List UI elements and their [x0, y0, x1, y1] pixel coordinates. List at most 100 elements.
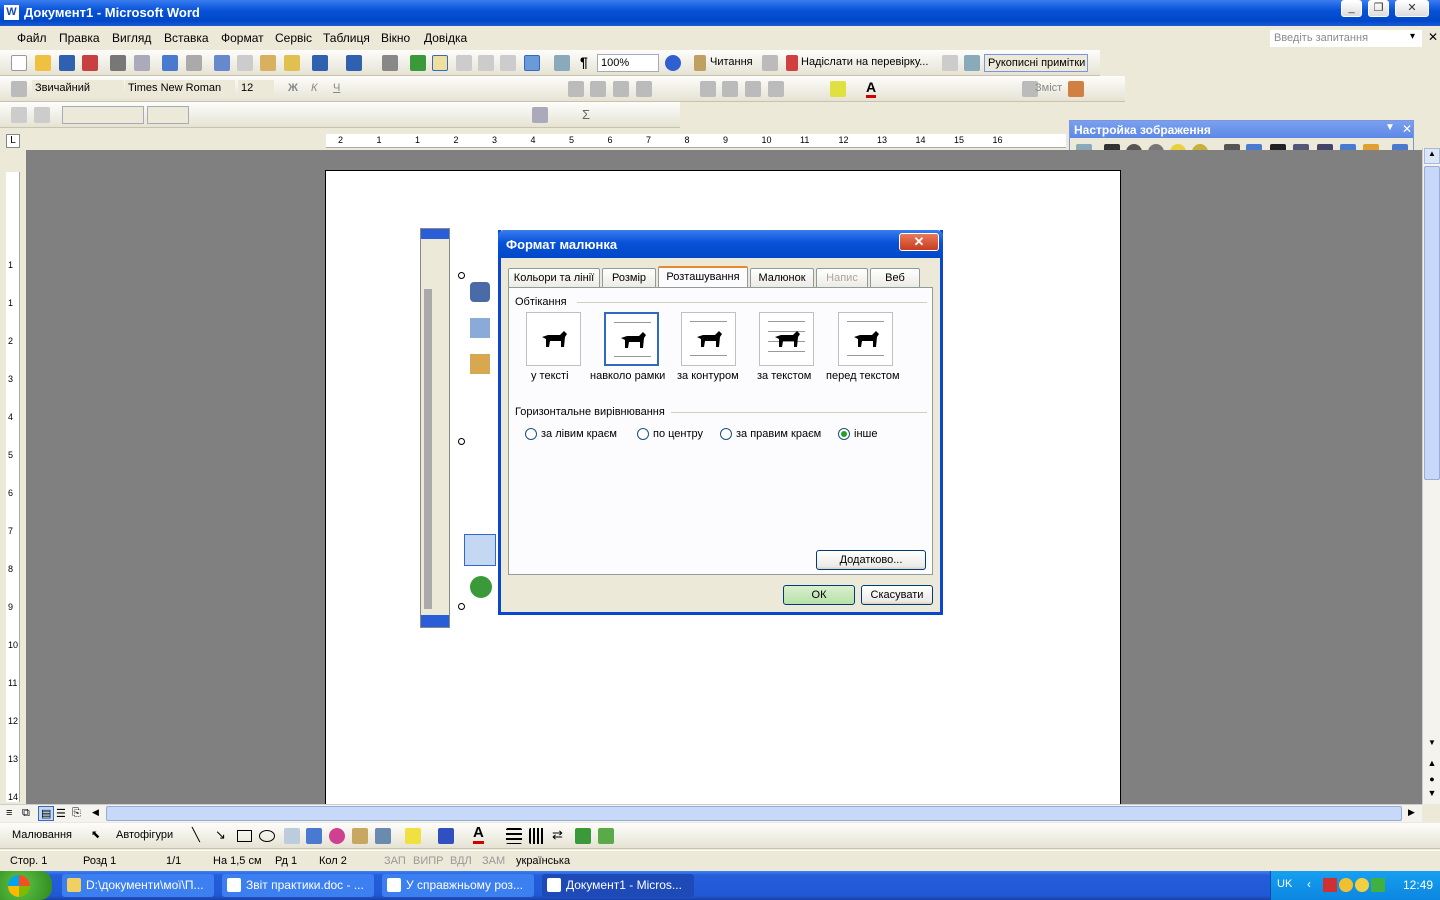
menu-help[interactable]: Довідка [424, 31, 467, 45]
web-view-icon[interactable]: ⧉ [22, 807, 30, 820]
size-combo[interactable]: 12 [238, 80, 274, 98]
task-document1[interactable]: Документ1 - Micros... [542, 874, 694, 897]
rectangle-icon[interactable] [237, 830, 252, 842]
dialog-close-button[interactable]: ✕ [899, 233, 939, 251]
insert-excel-icon[interactable] [478, 55, 494, 71]
task-browser[interactable]: У справжньому роз... [382, 874, 534, 897]
word-app-icon[interactable]: W [4, 5, 19, 20]
ok-button[interactable]: ОК [783, 585, 855, 605]
wrap-behind-option[interactable] [759, 312, 814, 366]
highlight-icon[interactable] [830, 81, 846, 97]
start-button[interactable] [0, 871, 52, 900]
decrease-indent-icon[interactable] [745, 81, 761, 97]
resize-handle[interactable] [458, 272, 465, 279]
sort-icon[interactable] [532, 107, 548, 123]
research-icon[interactable] [186, 55, 202, 71]
help-icon[interactable] [665, 55, 681, 71]
chevron-down-icon[interactable]: ▼ [1385, 122, 1395, 133]
autosum-icon[interactable]: Σ [582, 107, 590, 122]
zoom-combo[interactable]: 100% [597, 54, 659, 72]
font-color-icon[interactable]: A [866, 79, 877, 98]
menu-file[interactable]: Файл [17, 31, 47, 45]
autotext-icon[interactable] [382, 55, 398, 71]
scroll-up-icon[interactable]: ▲ [1424, 148, 1440, 164]
autoshapes-menu[interactable]: Автофігури [116, 829, 173, 841]
resize-handle[interactable] [458, 438, 465, 445]
redo-icon[interactable] [346, 55, 362, 71]
cut-icon[interactable] [214, 55, 230, 71]
align-center-icon[interactable] [590, 81, 606, 97]
format-painter-icon[interactable] [284, 55, 300, 71]
ask-question-input[interactable]: Введіть запитання [1270, 30, 1422, 47]
oval-icon[interactable] [259, 830, 275, 842]
next-page-icon[interactable]: ▼ [1424, 788, 1440, 804]
save-icon[interactable] [59, 55, 75, 71]
menu-format[interactable]: Формат [221, 31, 264, 45]
drawing-menu[interactable]: Малювання [12, 829, 72, 841]
task-explorer[interactable]: D:\документи\мої\П... [62, 874, 214, 897]
tray-app-icon[interactable] [1323, 878, 1337, 892]
normal-view-icon[interactable]: ≡ [6, 807, 12, 819]
insert-table-icon[interactable] [456, 55, 472, 71]
menu-edit[interactable]: Правка [59, 31, 100, 45]
status-track[interactable]: ВИПР [413, 855, 444, 867]
clipart-icon[interactable] [352, 828, 368, 844]
chart-icon[interactable] [1068, 81, 1084, 97]
font-color-icon[interactable]: A [473, 825, 484, 844]
paste-icon[interactable] [260, 55, 276, 71]
cancel-button[interactable]: Скасувати [861, 585, 933, 605]
reading-view-icon[interactable]: ⎘ [72, 807, 81, 820]
h-scroll-thumb[interactable] [106, 806, 1402, 821]
tray-icq-icon[interactable] [1371, 878, 1385, 892]
shield-icon[interactable] [762, 55, 778, 71]
font-combo[interactable]: Times New Roman [125, 80, 235, 98]
align-left-label[interactable]: за лівим краєм [541, 428, 617, 440]
status-record[interactable]: ЗАП [384, 855, 406, 867]
horizontal-ruler[interactable]: 2 1 1 2 3 4 5 6 7 8 9 10 11 12 13 14 15 16 [326, 134, 1066, 148]
vertical-scrollbar[interactable]: ▲ ▼ ▲ ● ▼ [1422, 148, 1440, 804]
send-review-button[interactable]: Надіслати на перевірку... [801, 56, 928, 68]
horizontal-scrollbar[interactable]: ≡ ⧉ ▤ ☰ ⎘ ◀ ▶ [0, 804, 1422, 822]
print-icon[interactable] [110, 55, 126, 71]
embedded-picture[interactable] [420, 228, 450, 628]
line-style-combo[interactable] [62, 106, 144, 124]
shadow-icon[interactable] [575, 828, 591, 844]
show-marks-icon[interactable]: ¶ [580, 54, 588, 70]
tab-selector[interactable]: L [6, 134, 20, 148]
bold-icon[interactable]: Ж [288, 82, 298, 94]
ink-notes-button[interactable]: Рукописні примітки [984, 54, 1088, 72]
status-overtype[interactable]: ЗАМ [482, 855, 505, 867]
increase-indent-icon[interactable] [768, 81, 784, 97]
vertical-ruler[interactable]: 1123456789101112131415 [6, 172, 20, 840]
menu-view[interactable]: Вигляд [112, 31, 151, 45]
resize-handle[interactable] [458, 603, 465, 610]
draw-table-icon[interactable] [11, 107, 27, 123]
textbox-icon[interactable] [284, 828, 300, 844]
close-button[interactable]: ✕ [1395, 0, 1429, 17]
close-doc-icon[interactable]: ✕ [1428, 30, 1438, 44]
menu-insert[interactable]: Вставка [164, 31, 209, 45]
columns-icon[interactable] [500, 55, 516, 71]
reading-button[interactable]: Читання [710, 56, 753, 68]
style-combo[interactable]: Звичайний [32, 80, 124, 98]
ink-comment-icon[interactable] [964, 55, 980, 71]
scroll-down-icon[interactable]: ▼ [1424, 738, 1440, 754]
tab-colors-lines[interactable]: Кольори та лінії [508, 268, 600, 287]
wrap-tight-option[interactable] [681, 312, 736, 366]
clock[interactable]: 12:49 [1403, 878, 1433, 892]
eraser-icon[interactable] [34, 107, 50, 123]
align-center-label[interactable]: по центру [653, 428, 703, 440]
bullets-icon[interactable] [722, 81, 738, 97]
arrow-style-icon[interactable]: ⇄ [552, 827, 563, 843]
align-left-radio[interactable] [525, 428, 537, 440]
3d-icon[interactable] [598, 828, 614, 844]
scroll-thumb[interactable] [1424, 166, 1440, 480]
italic-icon[interactable]: К [311, 82, 317, 94]
wordart-icon[interactable] [306, 828, 322, 844]
ask-dropdown-icon[interactable]: ▾ [1410, 31, 1415, 42]
ink-icon[interactable] [942, 55, 958, 71]
scroll-right-icon[interactable]: ▶ [1408, 807, 1415, 818]
wrap-front-option[interactable] [838, 312, 893, 366]
tab-web[interactable]: Веб [870, 268, 920, 287]
document-map-icon[interactable] [554, 55, 570, 71]
